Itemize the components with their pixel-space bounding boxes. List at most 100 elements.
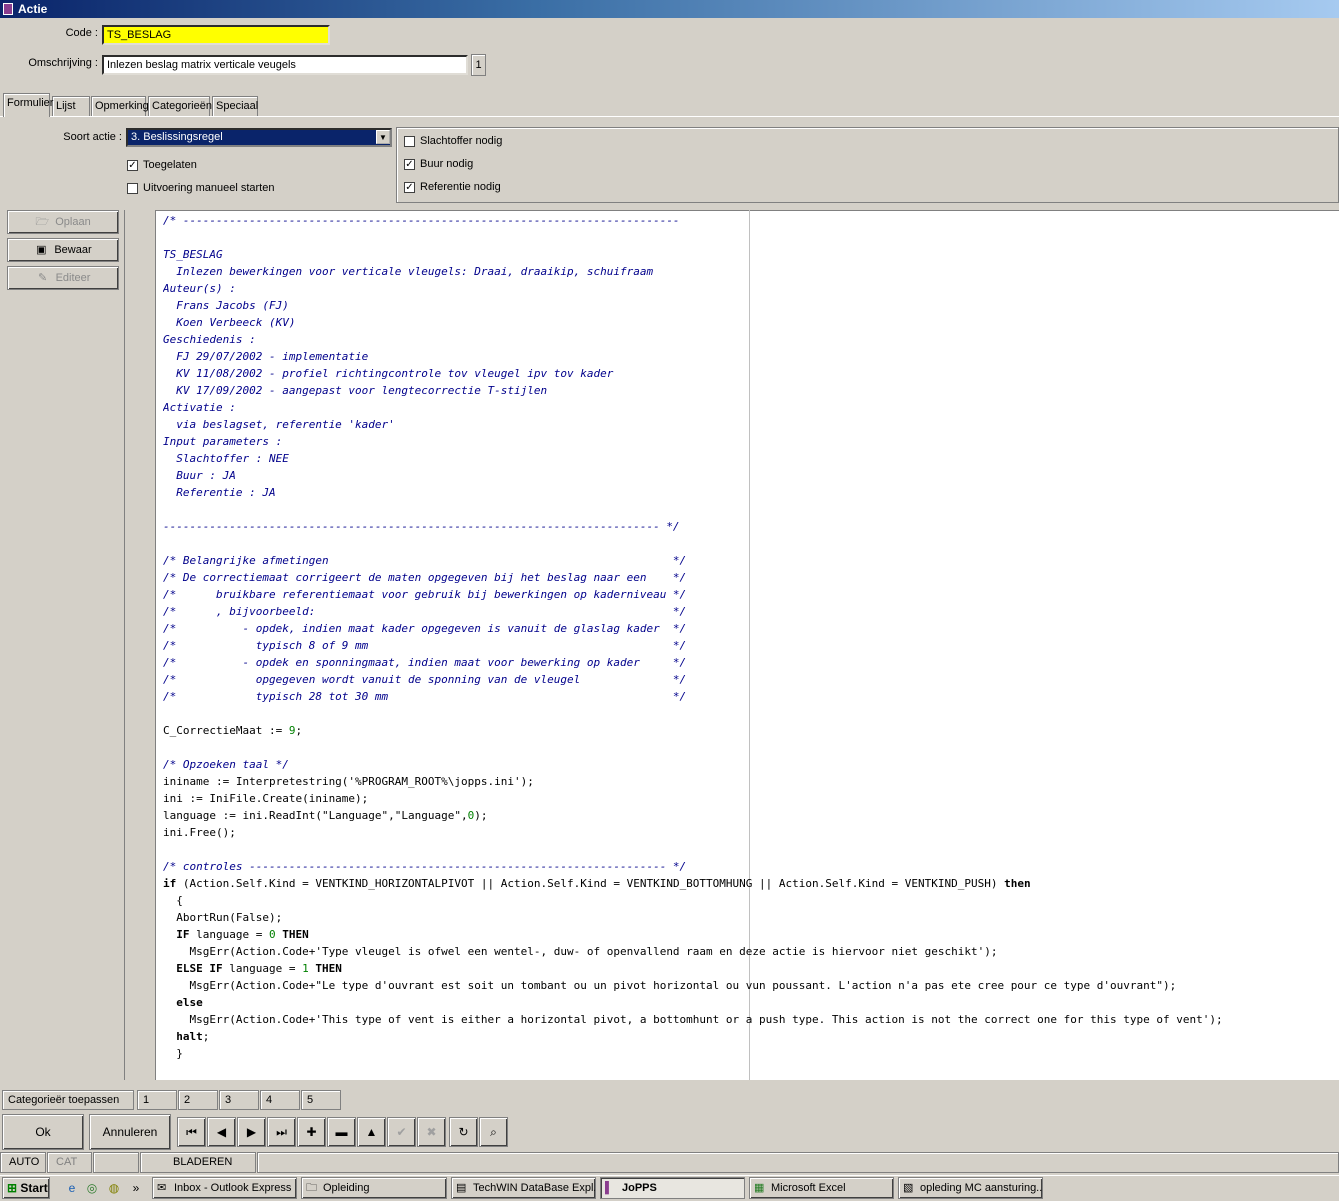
- find-button[interactable]: ⌕: [479, 1117, 508, 1147]
- start-button[interactable]: ⊞ Start: [2, 1177, 50, 1199]
- code-line: Inlezen bewerkingen voor verticale vleug…: [163, 265, 654, 278]
- next-record-button[interactable]: ▶: [237, 1117, 266, 1147]
- media-icon[interactable]: ◍: [106, 1180, 122, 1196]
- start-label: Start: [20, 1181, 48, 1195]
- code-line: Input parameters :: [163, 435, 283, 448]
- jopps-icon: ▌: [605, 1182, 613, 1194]
- edit-button[interactable]: ✎ Editeer: [7, 266, 119, 290]
- referentie-checkbox[interactable]: ✓: [404, 182, 415, 193]
- code-line: /* Belangrijke afmetingen */: [163, 554, 687, 567]
- code-line: else: [176, 996, 203, 1009]
- slachtoffer-label: Slachtoffer nodig: [420, 135, 503, 147]
- code-line: /* typisch 8 of 9 mm */: [163, 639, 687, 652]
- code-line: TS_BESLAG: [163, 248, 223, 261]
- excel-icon: ▦: [754, 1182, 765, 1194]
- refresh-button[interactable]: ↻: [449, 1117, 478, 1147]
- category-slot-3[interactable]: 3: [219, 1090, 259, 1110]
- slachtoffer-checkbox[interactable]: [404, 136, 415, 147]
- code-line: /* controles ---------------------------…: [163, 860, 687, 873]
- outlook-express-icon[interactable]: ◎: [84, 1180, 100, 1196]
- toegelaten-checkbox[interactable]: ✓: [127, 160, 138, 171]
- internet-explorer-icon[interactable]: e: [64, 1180, 80, 1196]
- post-button[interactable]: ✔: [387, 1117, 416, 1147]
- code-line: FJ 29/07/2002 - implementatie: [163, 350, 369, 363]
- task-opleiding[interactable]: 🗀 Opleiding: [301, 1177, 447, 1199]
- code-text[interactable]: /* -------------------------------------…: [163, 212, 1339, 1062]
- prev-icon: ◀: [216, 1125, 227, 1139]
- open-button[interactable]: 🗁 Oplaan: [7, 210, 119, 234]
- cancel-edit-button[interactable]: ✖: [417, 1117, 446, 1147]
- tab-opmerking[interactable]: Opmerking: [91, 96, 149, 116]
- up-button[interactable]: ▲: [357, 1117, 386, 1147]
- code-line: KV 11/08/2002 - profiel richtingcontrole…: [163, 367, 614, 380]
- code-line: language := ini.ReadInt("Language","Lang…: [163, 809, 488, 822]
- open-button-label: Oplaan: [55, 216, 91, 228]
- delete-icon: ▬: [335, 1125, 348, 1139]
- refresh-icon: ↻: [458, 1125, 469, 1139]
- code-line: ini := IniFile.Create(ininame);: [163, 792, 369, 805]
- tab-categorieen[interactable]: Categorieën: [148, 96, 212, 116]
- code-line: /* , bijvoorbeeld: */: [163, 605, 687, 618]
- code-field[interactable]: TS_BESLAG: [102, 25, 330, 45]
- quicklaunch-overflow[interactable]: »: [128, 1180, 144, 1196]
- cancel-button[interactable]: Annuleren: [89, 1114, 171, 1150]
- category-slot-1[interactable]: 1: [137, 1090, 177, 1110]
- task-document[interactable]: ▧ opleding MC aansturing....: [898, 1177, 1043, 1199]
- category-slot-5[interactable]: 5: [301, 1090, 341, 1110]
- code-line: KV 17/09/2002 - aangepast voor lengtecor…: [163, 384, 548, 397]
- description-field[interactable]: Inlezen beslag matrix verticale veugels: [102, 55, 468, 75]
- task-techwin[interactable]: ▤ TechWIN DataBase Expl...: [451, 1177, 596, 1199]
- task-excel[interactable]: ▦ Microsoft Excel: [749, 1177, 894, 1199]
- code-line: /* bruikbare referentiemaat voor gebruik…: [163, 588, 687, 601]
- task-techwin-label: TechWIN DataBase Expl...: [473, 1182, 596, 1194]
- category-slot-2[interactable]: 2: [178, 1090, 218, 1110]
- add-record-button[interactable]: ✚: [297, 1117, 326, 1147]
- code-line: ini.Free();: [163, 826, 236, 839]
- windows-logo-icon: ⊞: [7, 1181, 18, 1195]
- tab-speciaal[interactable]: Speciaal: [212, 96, 258, 116]
- chevron-down-icon[interactable]: ▼: [376, 130, 390, 144]
- code-line: Referentie : JA: [163, 486, 276, 499]
- window-title: Actie: [18, 2, 48, 16]
- soort-actie-value: 3. Beslissingsregel: [131, 131, 223, 143]
- task-jopps[interactable]: ▌ JoPPS: [600, 1177, 745, 1199]
- database-icon: ▤: [456, 1182, 467, 1194]
- code-line: MsgErr(Action.Code+"Le type d'ouvrant es…: [163, 979, 1177, 992]
- editor-gutter: [124, 210, 156, 1080]
- next-icon: ▶: [246, 1125, 257, 1139]
- code-line: halt;: [176, 1030, 210, 1043]
- referentie-label: Referentie nodig: [420, 181, 501, 193]
- task-document-label: opleding MC aansturing....: [920, 1182, 1043, 1194]
- status-mode: BLADEREN: [140, 1152, 256, 1173]
- apply-categories-button[interactable]: Categorieër toepassen: [2, 1090, 134, 1110]
- save-button[interactable]: ▣ Bewaar: [7, 238, 119, 262]
- find-icon: ⌕: [490, 1125, 497, 1139]
- add-icon: ✚: [306, 1125, 317, 1139]
- prev-record-button[interactable]: ◀: [207, 1117, 236, 1147]
- first-record-button[interactable]: ⏮: [177, 1117, 206, 1147]
- code-line: /* typisch 28 tot 30 mm */: [163, 690, 687, 703]
- folder-icon: 🗀: [306, 1182, 317, 1194]
- manueel-starten-label: Uitvoering manueel starten: [143, 182, 275, 194]
- code-line: via beslagset, referentie 'kader': [163, 418, 395, 431]
- task-opleiding-label: Opleiding: [323, 1182, 370, 1194]
- manueel-starten-checkbox[interactable]: [127, 183, 138, 194]
- tab-formulier[interactable]: Formulier: [3, 93, 53, 117]
- task-outlook[interactable]: ✉ Inbox - Outlook Express: [152, 1177, 297, 1199]
- soort-actie-select[interactable]: 3. Beslissingsregel ▼: [126, 128, 392, 147]
- title-bar[interactable]: Actie: [0, 0, 1339, 18]
- buur-checkbox[interactable]: ✓: [404, 159, 415, 170]
- last-icon: ⏭: [276, 1125, 287, 1139]
- last-record-button[interactable]: ⏭: [267, 1117, 296, 1147]
- code-line: /* Opzoeken taal */: [163, 758, 289, 771]
- save-button-label: Bewaar: [54, 244, 92, 256]
- document-icon: ▧: [903, 1182, 914, 1194]
- ok-button[interactable]: Ok: [2, 1114, 84, 1150]
- edit-icon: ✎: [37, 272, 48, 284]
- status-remainder: [257, 1152, 1339, 1173]
- status-cat: CAT: [47, 1152, 92, 1173]
- category-slot-4[interactable]: 4: [260, 1090, 300, 1110]
- delete-record-button[interactable]: ▬: [327, 1117, 356, 1147]
- tab-lijst[interactable]: Lijst: [52, 96, 90, 116]
- description-language-button[interactable]: 1: [471, 54, 486, 76]
